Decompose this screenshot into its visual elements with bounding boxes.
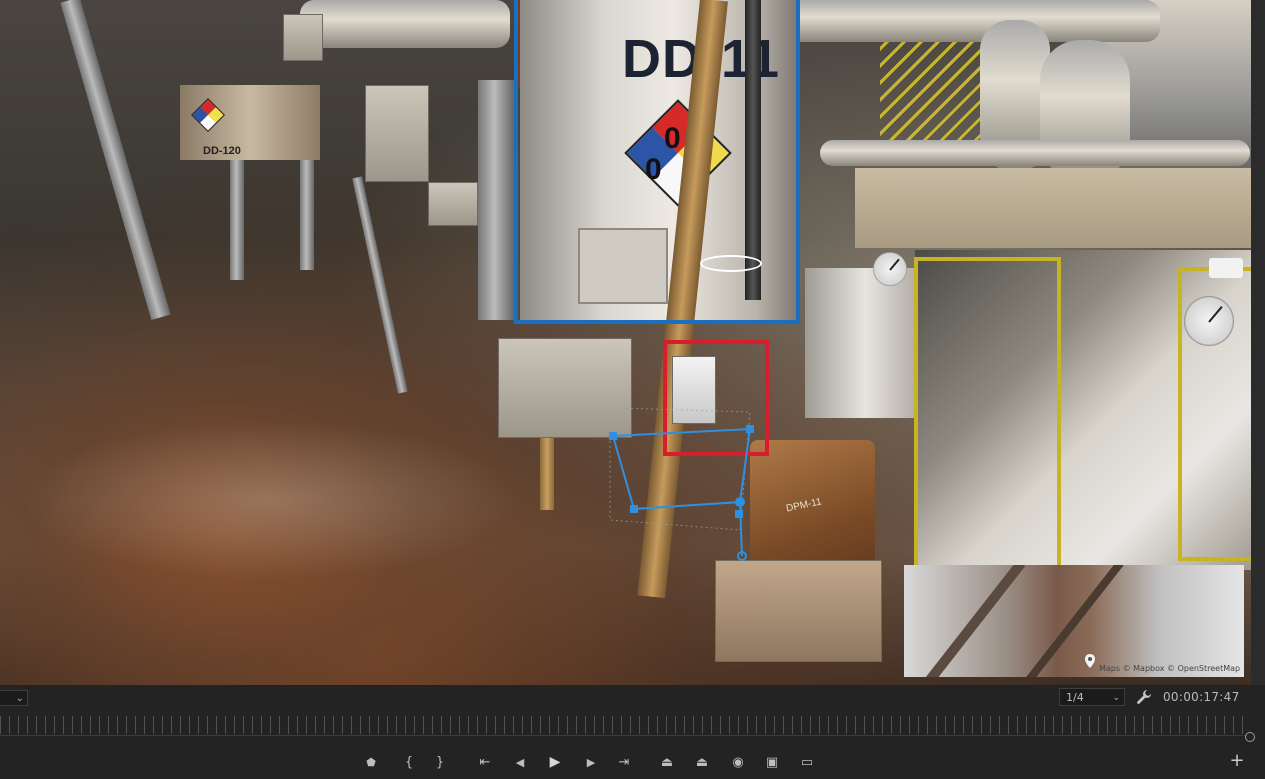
annotation-box-yellow[interactable] [914,257,1061,573]
selected-shape[interactable] [590,400,770,570]
extract-icon: ⏏ [695,754,709,770]
annotation-box-yellow[interactable] [1178,267,1251,561]
viewer-edge [1251,0,1265,685]
steel-pillar [60,0,171,320]
floor-highlight [20,420,520,580]
step-back-icon: ◀ [515,755,525,769]
step-forward-icon: ▶ [586,755,596,769]
go-to-out-button[interactable]: ⇥ [613,752,635,772]
add-marker-button[interactable]: ⬟ [360,752,382,772]
play-icon: ▶ [549,754,561,770]
pump-base [715,560,882,662]
concrete-beam [855,168,1251,248]
marker-icon: ⬟ [366,755,376,769]
step-back-button[interactable]: ◀ [509,752,531,772]
overhead-pipe [780,0,1160,42]
minimap-road [912,565,1026,677]
proxy-icon: ▭ [800,754,814,770]
resize-handle[interactable] [746,425,754,433]
mark-out-button[interactable]: } [429,752,451,772]
electrical-box [283,14,323,61]
comparison-view-icon: ▣ [765,754,779,770]
time-ruler[interactable] [0,716,1247,734]
export-frame-button[interactable]: ◉ [727,752,749,772]
program-monitor-viewer[interactable]: DD-120 DD-11 0 0 0 DPM-11 [0,0,1251,685]
go-to-in-button[interactable]: ⇤ [474,752,496,772]
steel-pillar [478,80,514,320]
playhead-end-marker[interactable] [1245,732,1255,742]
time-ruler-baseline [0,735,1247,736]
steel-pillar [300,160,314,270]
minimap[interactable] [904,565,1244,677]
steel-pillar [230,160,244,280]
electrical-box [365,85,429,182]
location-pin-icon [1085,654,1095,668]
mark-in-button[interactable]: { [398,752,420,772]
step-forward-button[interactable]: ▶ [580,752,602,772]
toggle-proxies-button[interactable]: ▭ [796,752,818,772]
hotspot-ring[interactable] [700,255,762,272]
resize-handle[interactable] [609,432,617,440]
hotspot-label[interactable] [1209,258,1243,278]
horizontal-pipe [820,140,1250,166]
pressure-gauge-icon [873,252,907,286]
button-editor-add-button[interactable]: + [1229,750,1245,771]
extract-button[interactable]: ⏏ [691,752,713,772]
resolution-value: 1/4 [1066,691,1084,704]
lift-button[interactable]: ⏏ [656,752,678,772]
comparison-view-button[interactable]: ▣ [761,752,783,772]
overhead-pipe [300,0,510,48]
playback-resolution-select[interactable]: 1/4 ⌄ [1059,688,1125,706]
resize-handle[interactable] [735,510,743,518]
camera-icon: ◉ [732,754,744,770]
mark-out-icon: } [435,754,445,770]
plus-icon: + [1229,750,1245,771]
small-tank-label: DD-120 [203,145,241,157]
minimap-road [1012,565,1124,677]
go-to-out-icon: ⇥ [618,754,630,770]
chevron-down-icon: ⌄ [15,693,24,704]
chevron-down-icon: ⌄ [1112,693,1120,703]
anchor-handle[interactable] [735,497,745,507]
resize-handle[interactable] [630,505,638,513]
fit-dropdown[interactable]: ⌄ [0,690,28,706]
electrical-box [428,182,478,226]
yellow-staircase [880,30,980,140]
play-button[interactable]: ▶ [544,752,566,772]
steel-duct [805,268,925,418]
mark-in-icon: { [404,754,414,770]
go-to-in-icon: ⇤ [479,754,491,770]
annotation-box-blue[interactable] [514,0,800,324]
lift-icon: ⏏ [660,754,674,770]
wrench-icon[interactable] [1136,689,1152,705]
minimap-attribution: Maps © Mapbox © OpenStreetMap [1099,664,1241,673]
playhead-timecode[interactable]: 00:00:17:47 [1163,690,1240,704]
